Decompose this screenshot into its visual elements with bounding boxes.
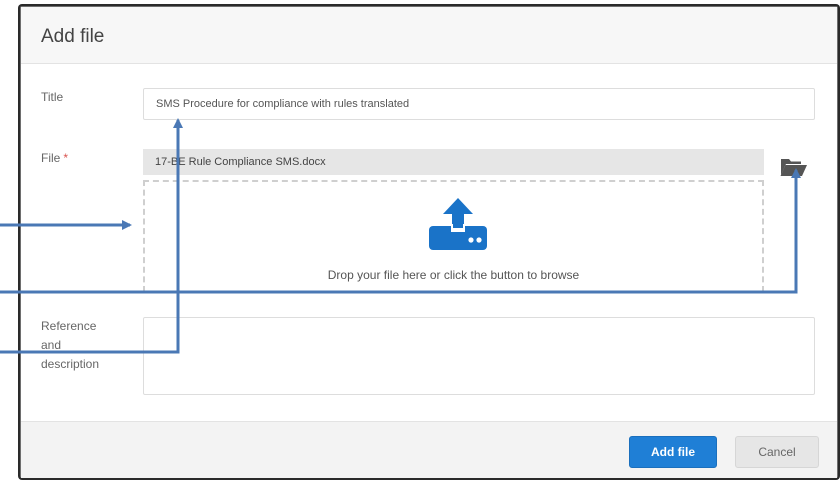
dropzone-text: Drop your file here or click the button … [327, 268, 580, 282]
description-textarea[interactable] [143, 317, 815, 395]
file-label: File * [41, 149, 68, 168]
dialog-header: Add file [21, 7, 837, 64]
add-file-dialog: Add file Title File* 17-BE Rule Complian… [20, 6, 838, 478]
selected-file-name: 17-BE Rule Compliance SMS.docx [143, 149, 764, 175]
description-label-line: and [41, 338, 62, 352]
folder-open-icon [780, 159, 807, 176]
browse-folder-button[interactable] [779, 155, 809, 179]
dialog-footer: Add file Cancel [21, 421, 837, 478]
title-input[interactable] [143, 88, 815, 120]
description-label-line: Reference [41, 319, 97, 333]
required-mark: * [63, 151, 69, 165]
file-label-text: File [41, 151, 61, 165]
description-label: Reference and description [41, 317, 99, 374]
title-label: Title [41, 90, 64, 104]
file-dropzone[interactable]: Drop your file here or click the button … [143, 180, 764, 292]
description-label-line: description [41, 357, 100, 371]
upload-icon [429, 198, 487, 250]
add-file-button[interactable]: Add file [629, 436, 717, 468]
cancel-button[interactable]: Cancel [735, 436, 819, 468]
dialog-title: Add file [41, 26, 105, 47]
